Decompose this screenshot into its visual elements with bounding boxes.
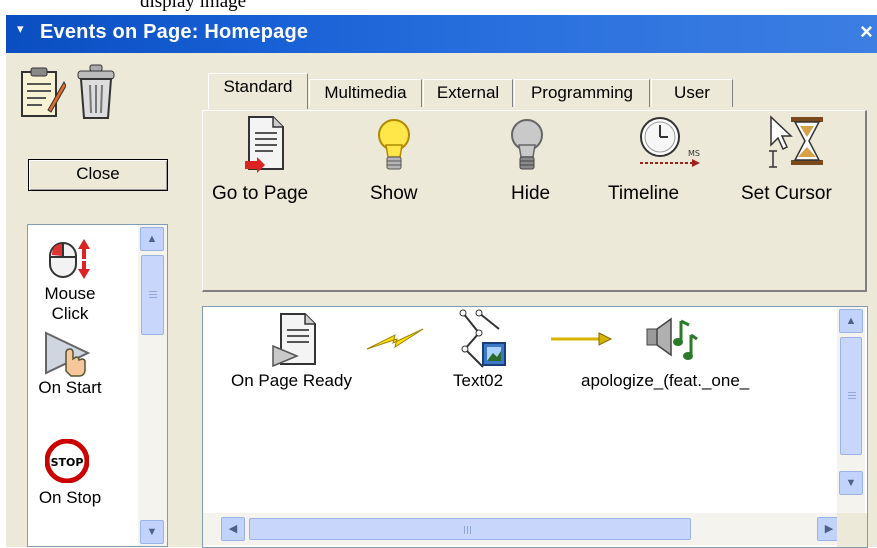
arrow-right-icon <box>551 332 613 346</box>
trigger-list[interactable]: Mouse Click On Start STOP On Stop ▲ ▼ <box>27 224 168 547</box>
window-title: Events on Page: Homepage <box>40 21 309 43</box>
tab-external[interactable]: External <box>423 79 513 107</box>
events-window: ▾ Events on Page: Homepage × Close Mouse… <box>6 15 877 548</box>
event-chain-vscrollbar[interactable]: ▲ ▼ <box>837 307 865 513</box>
trigger-list-scrollbar[interactable]: ▲ ▼ <box>138 225 167 546</box>
stop-sign-icon[interactable]: STOP <box>45 439 89 483</box>
actions-panel: Go to Page Show Hide MS Timeline Set Cur… <box>202 110 867 292</box>
action-set-cursor[interactable]: Set Cursor <box>737 111 861 231</box>
sound-icon[interactable] <box>643 315 699 363</box>
scroll-thumb[interactable] <box>141 255 164 335</box>
action-label: Set Cursor <box>741 183 832 204</box>
mouse-click-icon[interactable] <box>44 235 92 281</box>
unlit-bulb-icon <box>511 119 543 170</box>
close-icon[interactable]: × <box>860 19 873 45</box>
scroll-thumb[interactable] <box>249 518 691 540</box>
action-label: Go to Page <box>212 183 309 204</box>
event-chain-hscrollbar[interactable]: ◀ ▶ <box>203 513 841 545</box>
title-bar[interactable]: ▾ Events on Page: Homepage × <box>6 15 877 53</box>
lit-bulb-icon <box>378 119 410 170</box>
scroll-thumb[interactable] <box>840 337 862 455</box>
tab-programming[interactable]: Programming <box>514 79 650 107</box>
action-hide[interactable]: Hide <box>483 111 573 231</box>
scroll-up-button[interactable]: ▲ <box>839 309 863 333</box>
scroll-up-button[interactable]: ▲ <box>140 227 164 251</box>
scroll-down-button[interactable]: ▼ <box>839 471 863 495</box>
svg-text:MS: MS <box>688 149 700 158</box>
notepad-icon[interactable] <box>18 66 66 120</box>
scroll-corner <box>837 513 867 547</box>
trigger-label-mouse-line2[interactable]: Click <box>36 304 104 324</box>
tab-multimedia[interactable]: Multimedia <box>309 79 422 107</box>
event-label-text02[interactable]: Text02 <box>453 371 503 391</box>
action-label: Hide <box>511 183 551 204</box>
action-go-to-page[interactable]: Go to Page <box>209 111 329 231</box>
action-timeline[interactable]: MS Timeline <box>608 111 718 231</box>
trash-icon[interactable] <box>74 63 118 121</box>
trigger-label-mouse-line1[interactable]: Mouse <box>36 284 104 304</box>
scroll-down-button[interactable]: ▼ <box>140 520 164 544</box>
trigger-label-on-stop[interactable]: On Stop <box>30 488 110 508</box>
event-label-page-ready[interactable]: On Page Ready <box>231 371 352 391</box>
svg-text:STOP: STOP <box>51 456 84 469</box>
action-label: Show <box>370 183 418 204</box>
close-button[interactable]: Close <box>28 159 168 191</box>
tab-user[interactable]: User <box>651 79 733 107</box>
cursor-hourglass-icon <box>769 115 823 168</box>
page-ready-icon[interactable] <box>271 312 319 368</box>
clock-timeline-icon: MS <box>640 117 700 167</box>
tab-standard[interactable]: Standard <box>208 73 308 109</box>
window-body: Close Mouse Click On Start STOP On Stop … <box>6 53 877 548</box>
collapse-icon[interactable]: ▾ <box>17 21 24 37</box>
action-label: Timeline <box>608 183 680 204</box>
text-object-icon[interactable] <box>457 309 509 369</box>
event-label-sound[interactable]: apologize_(feat._one_ <box>581 371 771 391</box>
scroll-left-button[interactable]: ◀ <box>221 517 245 541</box>
background-text: display image <box>140 0 247 12</box>
action-show[interactable]: Show <box>353 111 443 231</box>
event-chain-panel[interactable]: On Page Ready Text02 apologize_(feat._on… <box>202 306 868 548</box>
document-arrow-icon <box>245 116 284 173</box>
lightning-icon <box>366 328 424 350</box>
trigger-label-on-start[interactable]: On Start <box>30 378 110 398</box>
on-start-icon[interactable] <box>44 331 92 377</box>
